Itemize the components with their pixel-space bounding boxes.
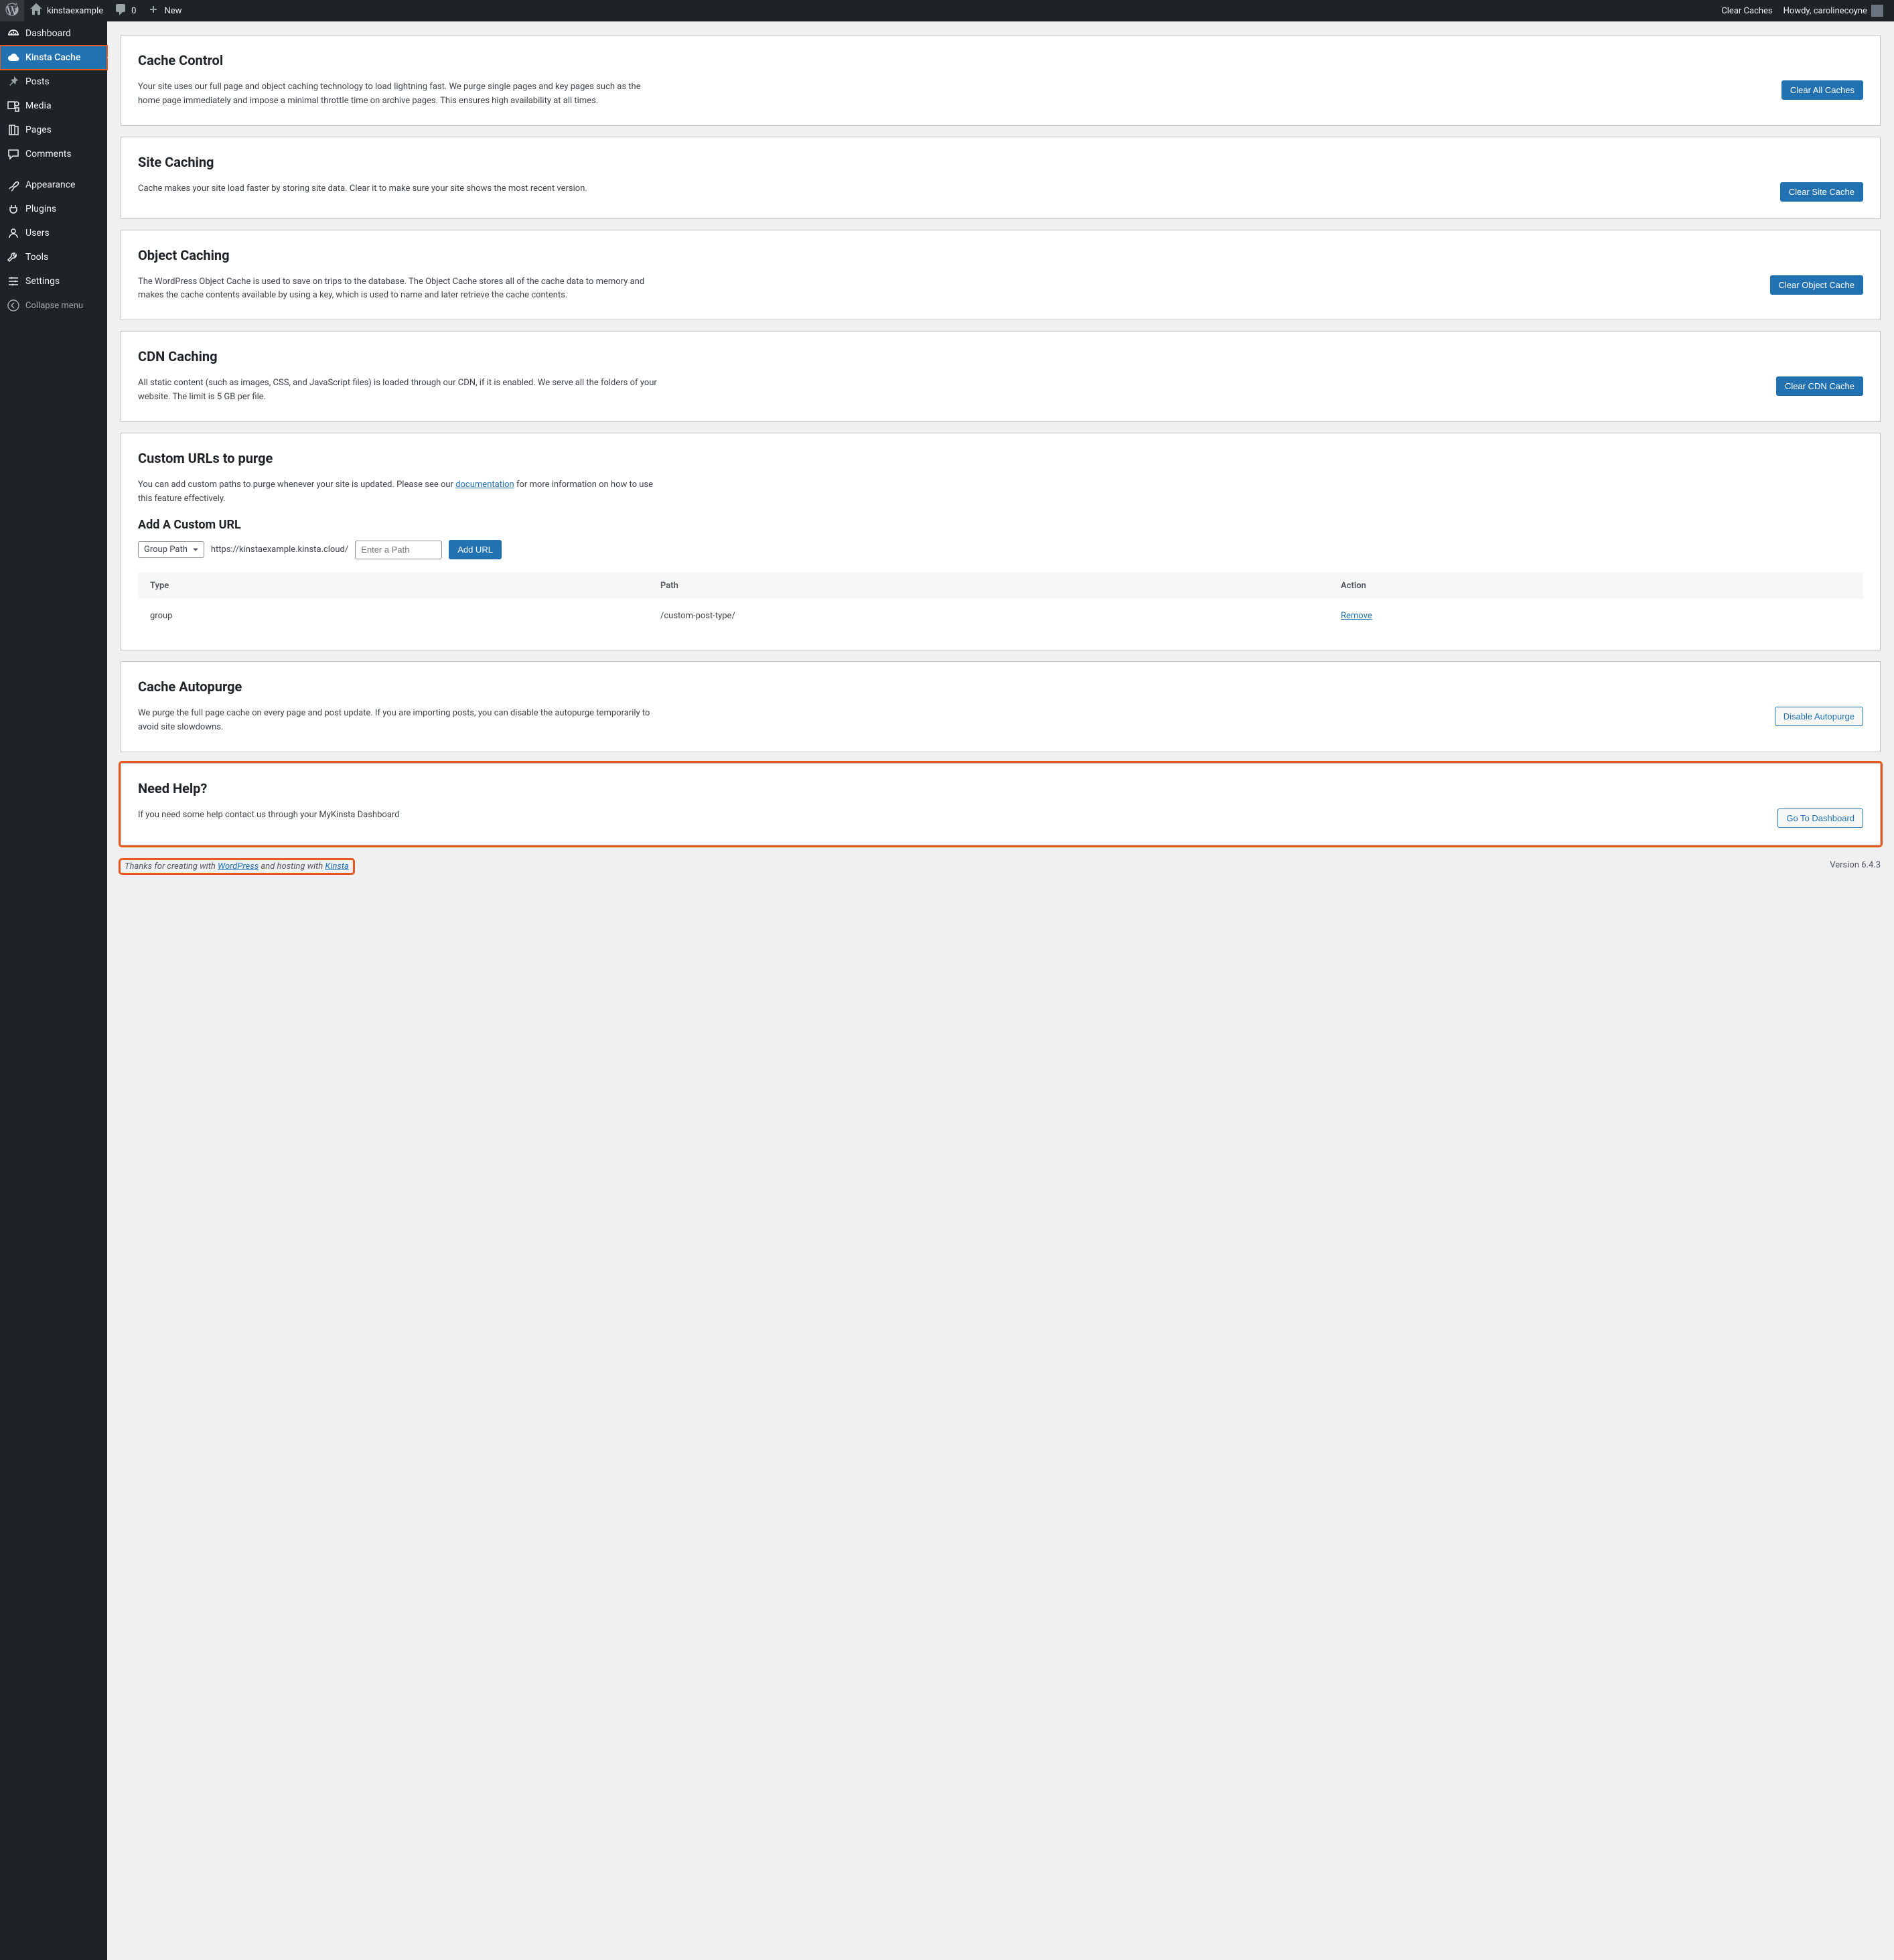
clear-caches-menu[interactable]: Clear Caches — [1716, 0, 1777, 21]
row-type: group — [150, 611, 660, 621]
avatar — [1871, 5, 1883, 17]
cache-control-title: Cache Control — [138, 52, 1863, 68]
wordpress-logo-icon — [5, 3, 19, 19]
custom-urls-table: Type Path Action group /custom-post-type… — [138, 573, 1863, 633]
path-type-select[interactable]: Group Path — [138, 541, 204, 558]
plug-icon — [7, 202, 20, 216]
documentation-link[interactable]: documentation — [455, 480, 514, 490]
row-path: /custom-post-type/ — [660, 611, 1341, 621]
comments-count: 0 — [131, 6, 136, 16]
sidebar-item-pages[interactable]: Pages — [0, 118, 107, 142]
help-panel: Need Help? If you need some help contact… — [121, 763, 1881, 845]
site-caching-title: Site Caching — [138, 154, 1863, 170]
clear-object-cache-button[interactable]: Clear Object Cache — [1770, 275, 1863, 295]
sidebar-item-comments[interactable]: Comments — [0, 142, 107, 166]
sidebar-item-label: Comments — [25, 149, 72, 159]
cdn-caching-title: CDN Caching — [138, 348, 1863, 364]
user-icon — [7, 226, 20, 240]
dashboard-icon — [7, 27, 20, 40]
sidebar-item-label: Kinsta Cache — [25, 52, 80, 63]
wp-logo[interactable] — [0, 0, 24, 21]
sidebar-item-label: Appearance — [25, 180, 75, 190]
wordpress-link[interactable]: WordPress — [218, 861, 259, 871]
help-desc: If you need some help contact us through… — [138, 809, 400, 823]
cdn-caching-desc: All static content (such as images, CSS,… — [138, 376, 660, 405]
site-caching-desc: Cache makes your site load faster by sto… — [138, 182, 587, 196]
collapse-menu[interactable]: Collapse menu — [0, 293, 107, 318]
new-label: New — [164, 6, 181, 16]
sidebar-item-kinsta-cache[interactable]: Kinsta Cache — [0, 46, 107, 70]
help-title: Need Help? — [138, 780, 1863, 796]
table-row: group /custom-post-type/ Remove — [138, 599, 1863, 633]
new-content-link[interactable]: New — [141, 0, 187, 21]
autopurge-desc: We purge the full page cache on every pa… — [138, 707, 660, 735]
sidebar-item-label: Pages — [25, 125, 52, 135]
add-custom-url-title: Add A Custom URL — [138, 518, 1863, 532]
custom-urls-desc: You can add custom paths to purge whenev… — [138, 478, 660, 506]
media-icon — [7, 99, 20, 113]
sidebar-item-label: Posts — [25, 76, 50, 87]
comment-icon — [114, 3, 127, 19]
go-to-dashboard-button[interactable]: Go To Dashboard — [1777, 809, 1863, 828]
cache-control-panel: Cache Control Your site uses our full pa… — [121, 35, 1881, 126]
sidebar-item-media[interactable]: Media — [0, 94, 107, 118]
sidebar-item-settings[interactable]: Settings — [0, 269, 107, 293]
footer-thanks: Thanks for creating with WordPress and h… — [121, 860, 353, 873]
pages-icon — [7, 123, 20, 137]
settings-icon — [7, 275, 20, 288]
sidebar-item-label: Settings — [25, 276, 60, 287]
table-header-type: Type — [150, 581, 660, 591]
sidebar-item-tools[interactable]: Tools — [0, 245, 107, 269]
main-content: Cache Control Your site uses our full pa… — [107, 21, 1894, 1960]
sidebar-item-label: Users — [25, 228, 50, 238]
cloud-icon — [7, 51, 20, 64]
add-url-button[interactable]: Add URL — [449, 540, 502, 559]
sidebar-item-label: Plugins — [25, 204, 56, 214]
sidebar-item-label: Tools — [25, 252, 48, 263]
wrench-icon — [7, 251, 20, 264]
site-name: kinstaexample — [47, 6, 103, 16]
remove-link[interactable]: Remove — [1341, 611, 1372, 621]
cache-control-desc: Your site uses our full page and object … — [138, 80, 660, 109]
clear-all-caches-button[interactable]: Clear All Caches — [1781, 80, 1863, 100]
cdn-caching-panel: CDN Caching All static content (such as … — [121, 331, 1881, 422]
site-caching-panel: Site Caching Cache makes your site load … — [121, 137, 1881, 219]
disable-autopurge-button[interactable]: Disable Autopurge — [1775, 707, 1863, 726]
custom-urls-title: Custom URLs to purge — [138, 450, 1863, 466]
object-caching-panel: Object Caching The WordPress Object Cach… — [121, 230, 1881, 321]
path-input[interactable] — [355, 541, 442, 559]
sidebar-item-plugins[interactable]: Plugins — [0, 197, 107, 221]
clear-cdn-cache-button[interactable]: Clear CDN Cache — [1776, 376, 1863, 396]
custom-urls-panel: Custom URLs to purge You can add custom … — [121, 433, 1881, 651]
site-name-link[interactable]: kinstaexample — [24, 0, 108, 21]
account-menu[interactable]: Howdy, carolinecoyne — [1778, 0, 1889, 21]
kinsta-link[interactable]: Kinsta — [325, 861, 348, 871]
admin-sidebar: Dashboard Kinsta Cache Posts Media Pages Comm… — [0, 21, 107, 1960]
footer: Thanks for creating with WordPress and h… — [121, 860, 1881, 873]
autopurge-panel: Cache Autopurge We purge the full page c… — [121, 661, 1881, 752]
version-label: Version 6.4.3 — [1830, 860, 1881, 873]
plus-icon — [147, 3, 160, 19]
clear-site-cache-button[interactable]: Clear Site Cache — [1780, 182, 1863, 202]
sidebar-item-label: Dashboard — [25, 28, 71, 39]
table-header-path: Path — [660, 581, 1341, 591]
autopurge-title: Cache Autopurge — [138, 679, 1863, 695]
object-caching-desc: The WordPress Object Cache is used to sa… — [138, 275, 660, 303]
table-header-action: Action — [1341, 581, 1851, 591]
greeting: Howdy, carolinecoyne — [1783, 6, 1867, 16]
brush-icon — [7, 178, 20, 192]
pin-icon — [7, 75, 20, 88]
object-caching-title: Object Caching — [138, 247, 1863, 263]
collapse-icon — [7, 299, 20, 312]
comment-icon — [7, 147, 20, 161]
admin-bar: kinstaexample 0 New Clear Caches Howdy, … — [0, 0, 1894, 21]
comments-link[interactable]: 0 — [108, 0, 141, 21]
home-icon — [29, 3, 43, 19]
sidebar-item-dashboard[interactable]: Dashboard — [0, 21, 107, 46]
sidebar-item-appearance[interactable]: Appearance — [0, 173, 107, 197]
sidebar-item-posts[interactable]: Posts — [0, 70, 107, 94]
base-url: https://kinstaexample.kinsta.cloud/ — [211, 545, 348, 555]
sidebar-item-users[interactable]: Users — [0, 221, 107, 245]
sidebar-item-label: Media — [25, 100, 52, 111]
